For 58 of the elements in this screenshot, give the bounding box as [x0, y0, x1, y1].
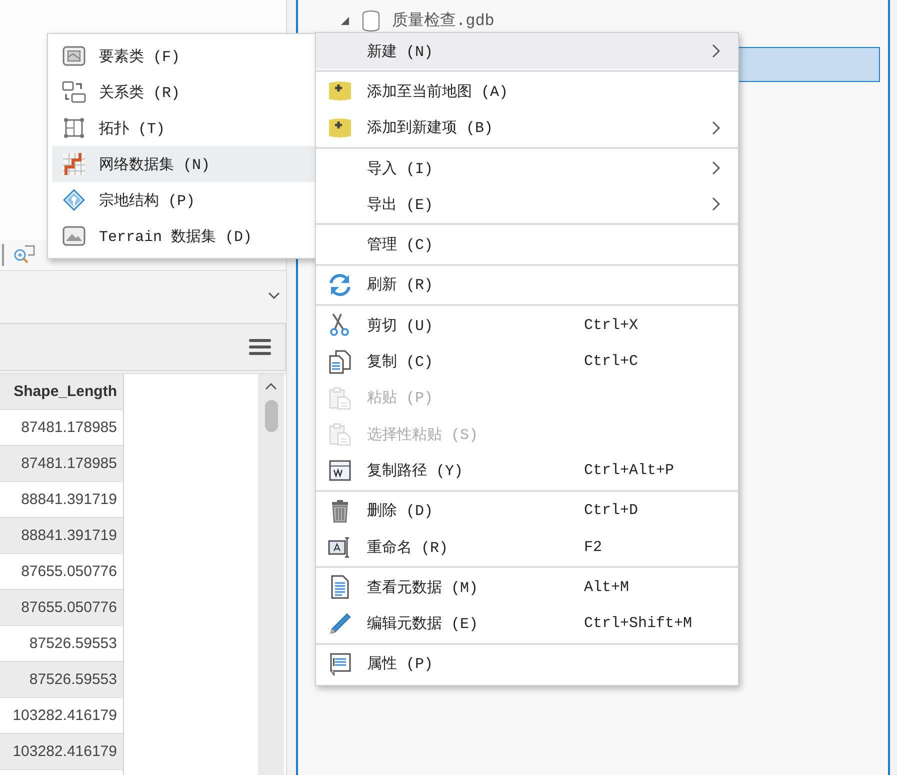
scrollbar[interactable]: [258, 374, 284, 775]
menu-item[interactable]: 剪切 (U) Ctrl+X: [316, 307, 738, 344]
menu-item[interactable]: 导入 (I): [316, 150, 738, 186]
menu-item[interactable]: 查看元数据 (M) Alt+M: [316, 569, 738, 606]
paste-icon: [328, 422, 352, 446]
linked-tables-icon: [62, 80, 86, 104]
menu-icon[interactable]: [249, 338, 271, 356]
properties-icon: [328, 652, 352, 676]
mountain-icon: [62, 224, 86, 248]
menu-item[interactable]: 网络数据集 (N): [52, 146, 317, 182]
menu-item[interactable]: 添加到新建项 (B): [316, 110, 738, 146]
menu-item[interactable]: 管理 (C): [316, 226, 738, 263]
shortcut-text: F2: [584, 538, 602, 556]
shortcut-text: Ctrl+X: [584, 316, 638, 334]
table-cell: 87655.050776: [0, 590, 123, 626]
shortcut-text: Ctrl+D: [584, 502, 638, 520]
shortcut-text: Ctrl+Shift+M: [584, 615, 692, 632]
menu-item[interactable]: 导出 (E): [316, 186, 738, 222]
map-plus-icon: [328, 116, 352, 140]
diamond-icon: [62, 188, 86, 212]
menu-item[interactable]: Terrain 数据集 (D): [52, 218, 317, 254]
table-cell: 87526.59553: [0, 662, 123, 698]
copy-icon: [328, 350, 352, 374]
menu-item[interactable]: 属性 (P): [316, 646, 738, 682]
menu-item[interactable]: 重命名 (R) F2: [316, 528, 738, 566]
chevron-down-icon[interactable]: [268, 292, 280, 300]
menu-item[interactable]: 刷新 (R): [316, 266, 738, 304]
map-plus-icon: [328, 79, 352, 104]
expand-triangle-icon[interactable]: [340, 16, 350, 26]
shortcut-text: Alt+M: [584, 578, 630, 596]
window-path-icon: [328, 458, 352, 482]
menu-item[interactable]: 拓扑 (T): [52, 110, 317, 146]
menu-item[interactable]: 要素类 (F): [52, 38, 317, 74]
scissors-icon: [328, 313, 352, 338]
scroll-thumb[interactable]: [264, 400, 278, 432]
table-cell: 88841.391719: [0, 518, 123, 554]
column-header[interactable]: Shape_Length: [0, 374, 123, 410]
table-cell: 87481.178985: [0, 446, 123, 482]
menu-item[interactable]: 添加至当前地图 (A): [316, 73, 738, 110]
shortcut-text: Ctrl+C: [584, 353, 638, 370]
refresh-icon: [328, 272, 352, 297]
rename-icon: [328, 535, 352, 559]
menu-item[interactable]: 宗地结构 (P): [52, 182, 317, 218]
grid-route-icon: [62, 152, 86, 176]
menu-item[interactable]: 删除 (D) Ctrl+D: [316, 492, 738, 529]
paste-icon: [328, 386, 352, 410]
geodatabase-label[interactable]: 质量检查.gdb: [392, 13, 494, 29]
table-cell: 103282.416179: [0, 734, 123, 770]
menu-item[interactable]: 新建 (N): [316, 33, 738, 70]
map-frame-icon: [62, 44, 86, 68]
menu-item[interactable]: 复制 (C) Ctrl+C: [316, 343, 738, 380]
menu-item[interactable]: 关系类 (R): [52, 74, 317, 110]
pencil-icon: [328, 612, 352, 636]
menu-item[interactable]: 编辑元数据 (E) Ctrl+Shift+M: [316, 605, 738, 642]
square-nodes-icon: [62, 116, 86, 140]
shortcut-text: Ctrl+Alt+P: [584, 462, 674, 479]
menu-item[interactable]: 复制路径 (Y) Ctrl+Alt+P: [316, 452, 738, 489]
scroll-up-icon[interactable]: [265, 382, 277, 390]
